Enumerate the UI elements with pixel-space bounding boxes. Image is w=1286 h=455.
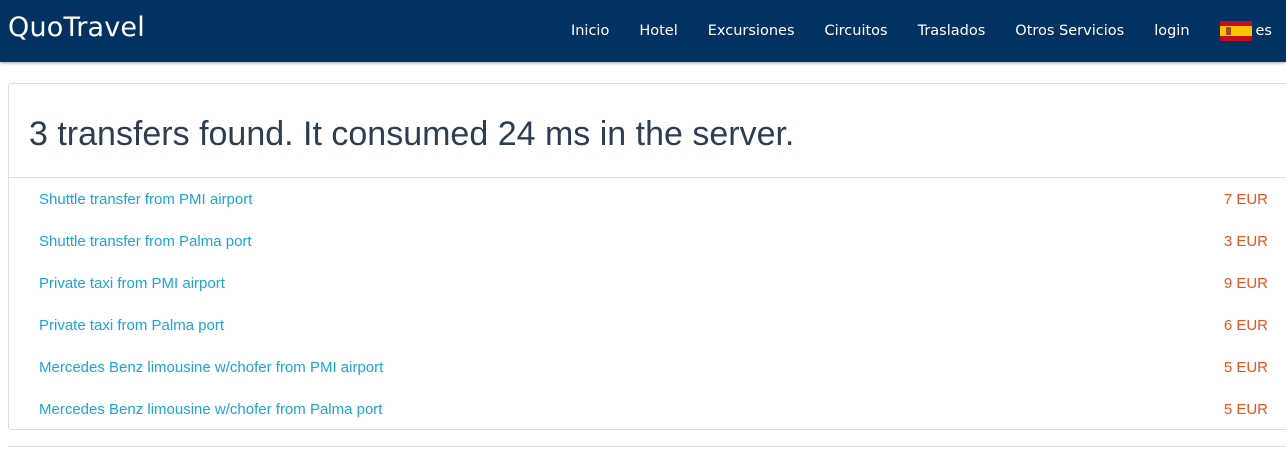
list-item: Shuttle transfer from PMI airport 7 EUR (9, 178, 1286, 220)
nav-item-hotel[interactable]: Hotel (639, 23, 677, 39)
nav-item-traslados[interactable]: Traslados (918, 23, 986, 39)
list-item: Shuttle transfer from Palma port 3 EUR (9, 220, 1286, 262)
transfer-link[interactable]: Mercedes Benz limousine w/chofer from Pa… (39, 401, 382, 418)
top-navbar: QuoTravel Inicio Hotel Excursiones Circu… (0, 0, 1286, 62)
list-item: Private taxi from PMI airport 9 EUR (9, 262, 1286, 304)
nav-item-circuitos[interactable]: Circuitos (825, 23, 888, 39)
transfer-price: 7 EUR (1223, 191, 1268, 208)
results-panel: 3 transfers found. It consumed 24 ms in … (8, 83, 1286, 430)
page-title: 3 transfers found. It consumed 24 ms in … (29, 115, 795, 153)
divider (8, 446, 1286, 447)
transfer-list: Shuttle transfer from PMI airport 7 EUR … (9, 178, 1286, 430)
language-code: es (1255, 23, 1272, 39)
transfer-price: 5 EUR (1223, 401, 1268, 418)
transfer-link[interactable]: Shuttle transfer from Palma port (39, 233, 252, 250)
transfer-price: 3 EUR (1223, 233, 1268, 250)
transfer-link[interactable]: Private taxi from Palma port (39, 317, 224, 334)
nav-item-login[interactable]: login (1154, 23, 1189, 39)
transfer-price: 5 EUR (1223, 359, 1268, 376)
transfer-price: 9 EUR (1223, 275, 1268, 292)
list-item: Private taxi from Palma port 6 EUR (9, 304, 1286, 346)
nav-menu: Inicio Hotel Excursiones Circuitos Trasl… (571, 0, 1272, 62)
nav-item-inicio[interactable]: Inicio (571, 23, 609, 39)
spain-flag-icon (1219, 21, 1252, 41)
results-heading: 3 transfers found. It consumed 24 ms in … (9, 84, 1286, 178)
transfer-link[interactable]: Private taxi from PMI airport (39, 275, 225, 292)
transfer-price: 6 EUR (1223, 317, 1268, 334)
list-item: Mercedes Benz limousine w/chofer from Pa… (9, 388, 1286, 430)
nav-item-excursiones[interactable]: Excursiones (708, 23, 795, 39)
nav-item-otros-servicios[interactable]: Otros Servicios (1015, 23, 1124, 39)
transfer-link[interactable]: Shuttle transfer from PMI airport (39, 191, 252, 208)
brand-logo[interactable]: QuoTravel (8, 12, 145, 43)
transfer-link[interactable]: Mercedes Benz limousine w/chofer from PM… (39, 359, 383, 376)
language-selector[interactable]: es (1219, 21, 1272, 41)
list-item: Mercedes Benz limousine w/chofer from PM… (9, 346, 1286, 388)
